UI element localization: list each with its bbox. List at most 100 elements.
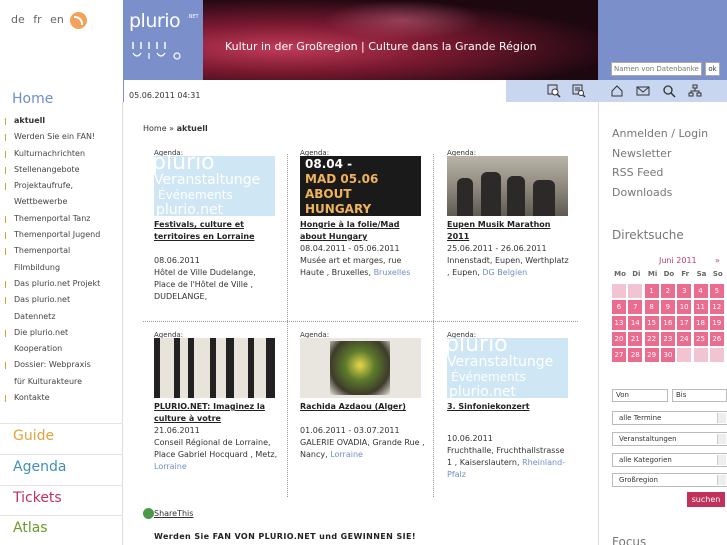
- calendar-day[interactable]: 25: [693, 332, 708, 346]
- nav-item[interactable]: Das plurio.net Projekt: [0, 276, 123, 292]
- calendar-day[interactable]: 29: [644, 348, 659, 362]
- nav-item[interactable]: Filmbildung: [0, 260, 123, 276]
- calendar-day[interactable]: 17: [677, 316, 692, 330]
- event-title[interactable]: Festivals, culture et territoires en Lor…: [154, 219, 276, 243]
- event-region[interactable]: DG Belgien: [482, 268, 527, 277]
- event-region[interactable]: Bruxelles: [374, 268, 411, 277]
- calendar-day[interactable]: 15: [644, 316, 659, 330]
- rss-icon[interactable]: [70, 12, 87, 29]
- event-title[interactable]: 3. Sinfoniekonzert: [447, 401, 569, 413]
- calendar-empty-day: [612, 284, 626, 298]
- lang-en[interactable]: en: [50, 13, 64, 26]
- newsletter-link[interactable]: Newsletter: [612, 147, 671, 160]
- calendar-day[interactable]: 4: [693, 284, 708, 298]
- share-this-link[interactable]: ShareThis: [154, 509, 193, 518]
- category-select[interactable]: alle Kategorien: [612, 453, 727, 467]
- calendar-day[interactable]: 2: [660, 284, 675, 298]
- calendar-day[interactable]: 16: [660, 316, 675, 330]
- zoom-out-icon[interactable]: [572, 84, 586, 98]
- calendar-day[interactable]: 18: [693, 316, 708, 330]
- nav-item[interactable]: aktuell: [0, 113, 123, 129]
- calendar-day[interactable]: 21: [628, 332, 643, 346]
- event-region[interactable]: Lorraine: [154, 462, 187, 471]
- nav-item[interactable]: Themenportal Tanz: [0, 211, 123, 227]
- chevron-down-icon: [717, 455, 726, 465]
- zoom-in-icon[interactable]: [547, 84, 561, 98]
- plurio-logo[interactable]: plurio .NET: [123, 0, 203, 80]
- nav-item[interactable]: Die plurio.net: [0, 325, 123, 341]
- calendar-day[interactable]: 13: [612, 316, 626, 330]
- breadcrumb-home[interactable]: Home: [143, 124, 167, 133]
- region-select[interactable]: Großregion: [612, 473, 727, 487]
- placeholder-text: Veranstaltunge: [447, 354, 554, 370]
- login-link[interactable]: Anmelden / Login: [612, 127, 708, 140]
- calendar-day[interactable]: 26: [709, 332, 724, 346]
- search-ok-button[interactable]: ok: [705, 62, 720, 76]
- share-icon[interactable]: [143, 508, 154, 519]
- calendar-day[interactable]: 1: [644, 284, 659, 298]
- event-title[interactable]: Eupen Musik Marathon 2011: [447, 219, 569, 243]
- nav-item[interactable]: Themenportal Jugend: [0, 227, 123, 243]
- date-to-input[interactable]: Bis: [672, 389, 727, 402]
- calendar-day[interactable]: 28: [628, 348, 643, 362]
- nav-section-atlas[interactable]: Atlas: [0, 515, 123, 545]
- calendar-day[interactable]: 19: [709, 316, 724, 330]
- calendar-day[interactable]: 22: [644, 332, 659, 346]
- nav-item[interactable]: Projektaufrufe,: [0, 178, 123, 194]
- calendar-day[interactable]: 11: [693, 300, 708, 314]
- calendar-day[interactable]: 3: [677, 284, 692, 298]
- calendar-day[interactable]: 23: [660, 332, 675, 346]
- calendar-next-button[interactable]: »: [715, 256, 720, 265]
- lang-de[interactable]: de: [11, 13, 25, 26]
- nav-section-agenda[interactable]: Agenda: [0, 454, 123, 485]
- nav-item[interactable]: Datennetz: [0, 309, 123, 325]
- date-from-input[interactable]: Von: [612, 389, 668, 402]
- nav-item[interactable]: Kontakte: [0, 390, 123, 406]
- calendar-day[interactable]: 7: [628, 300, 643, 314]
- nav-item[interactable]: für Kulturakteure: [0, 374, 123, 390]
- type-select[interactable]: Veranstaltungen: [612, 432, 727, 446]
- event-region[interactable]: Lorraine: [330, 450, 363, 459]
- search-icon[interactable]: [662, 84, 676, 98]
- calendar-day[interactable]: 6: [612, 300, 626, 314]
- search-submit-button[interactable]: suchen: [687, 492, 725, 507]
- event-image[interactable]: plurio Veranstaltunge Événements plurio.net: [447, 338, 568, 398]
- database-search-input[interactable]: [611, 62, 702, 76]
- calendar-day[interactable]: 10: [677, 300, 692, 314]
- event-title[interactable]: PLURIO.NET: Imaginez la culture à votre: [154, 401, 276, 425]
- nav-item[interactable]: Werden Sie ein FAN!: [0, 129, 123, 145]
- nav-item[interactable]: Kooperation: [0, 341, 123, 357]
- termine-select[interactable]: alle Termine: [612, 411, 727, 425]
- nav-item[interactable]: Stellenangebote: [0, 162, 123, 178]
- home-icon[interactable]: [610, 84, 624, 98]
- calendar-day[interactable]: 30: [660, 348, 675, 362]
- calendar-day[interactable]: 12: [709, 300, 724, 314]
- event-image[interactable]: 08.04 - MAD 05.06 ABOUT HUNGARY: [300, 156, 421, 216]
- calendar-day[interactable]: 27: [612, 348, 626, 362]
- nav-item[interactable]: Themenportal: [0, 243, 123, 259]
- calendar-day[interactable]: 14: [628, 316, 643, 330]
- lang-fr[interactable]: fr: [33, 13, 41, 26]
- nav-section-tickets[interactable]: Tickets: [0, 485, 123, 516]
- calendar-day[interactable]: 9: [660, 300, 675, 314]
- event-image[interactable]: [447, 156, 568, 216]
- calendar-day[interactable]: 24: [677, 332, 692, 346]
- nav-home[interactable]: Home: [12, 91, 53, 107]
- mail-icon[interactable]: [636, 84, 650, 98]
- nav-section-guide[interactable]: Guide: [0, 423, 123, 454]
- rss-feed-link[interactable]: RSS Feed: [612, 166, 663, 179]
- event-image[interactable]: [154, 338, 275, 398]
- event-title[interactable]: Hongrie à la folie/Mad about Hungary: [300, 219, 422, 243]
- nav-item[interactable]: Das plurio.net: [0, 292, 123, 308]
- nav-item[interactable]: Wettbewerbe: [0, 194, 123, 210]
- sitemap-icon[interactable]: [688, 84, 702, 98]
- nav-item[interactable]: Kulturnachrichten: [0, 146, 123, 162]
- event-image[interactable]: [300, 338, 421, 398]
- nav-item[interactable]: Dossier: Webpraxis: [0, 357, 123, 373]
- calendar-day[interactable]: 20: [612, 332, 626, 346]
- event-title[interactable]: Rachida Azdaou (Alger): [300, 401, 422, 413]
- calendar-day[interactable]: 8: [644, 300, 659, 314]
- downloads-link[interactable]: Downloads: [612, 186, 672, 199]
- event-image[interactable]: plurio Veranstaltunge Événements plurio.net: [154, 156, 275, 216]
- calendar-day[interactable]: 5: [709, 284, 724, 298]
